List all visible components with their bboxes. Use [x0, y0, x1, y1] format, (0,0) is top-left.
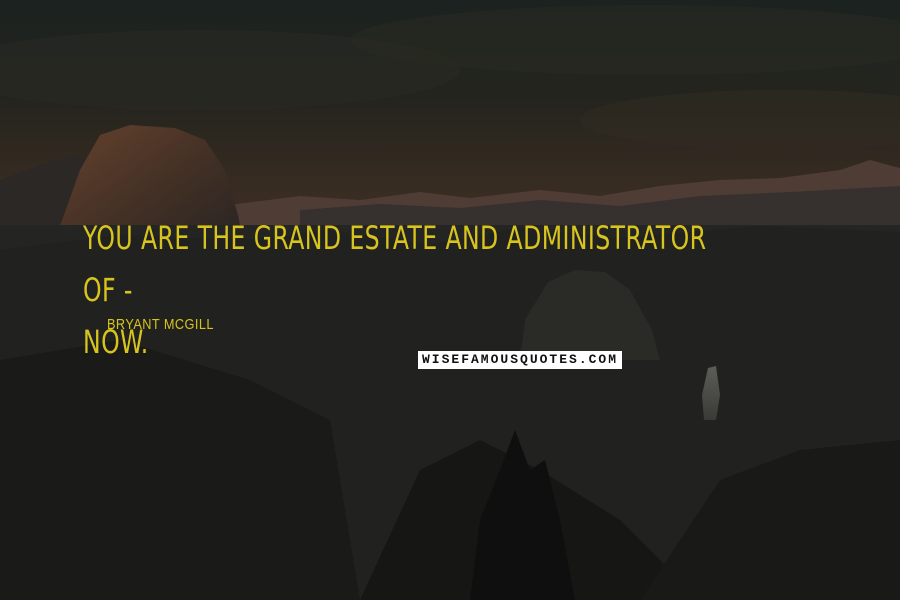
quote-author: BRYANT MCGILL — [107, 316, 214, 333]
watermark-badge: WISEFAMOUSQUOTES.COM — [418, 351, 623, 369]
quote-image: YOU ARE THE GRAND ESTATE AND ADMINISTRAT… — [0, 0, 900, 600]
quote-line-1: YOU ARE THE GRAND ESTATE AND ADMINISTRAT… — [83, 219, 707, 309]
quote-text: YOU ARE THE GRAND ESTATE AND ADMINISTRAT… — [83, 212, 731, 368]
